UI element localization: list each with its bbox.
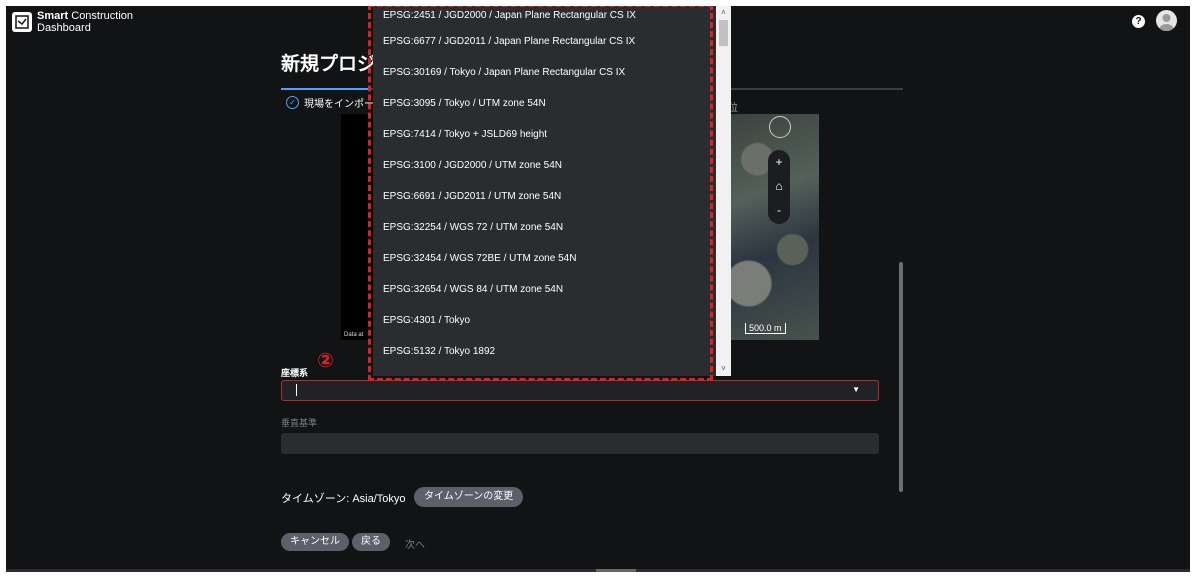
next-button[interactable]: 次へ: [405, 536, 425, 551]
brand-line2: Dashboard: [37, 22, 91, 34]
horizontal-scrollbar-thumb[interactable]: [596, 569, 636, 572]
dropdown-scrollbar-thumb[interactable]: [719, 20, 728, 46]
step-import-site-label: 現場をインポー: [304, 99, 374, 110]
back-button[interactable]: 戻る: [352, 533, 390, 551]
vertical-datum-label: 垂直基準: [281, 418, 318, 428]
crs-label: 座標系: [281, 368, 309, 378]
satellite-imagery: [731, 114, 819, 340]
brand-line1-bold: Smart: [37, 10, 69, 22]
scroll-up-icon[interactable]: ˄: [716, 6, 731, 20]
map-scale-bar: 500.0 m: [745, 323, 786, 334]
crs-combobox[interactable]: ▼: [281, 380, 879, 401]
zoom-out-button[interactable]: -: [768, 198, 790, 222]
app-window: Smart Construction Dashboard ? 新規プロジ ✓ 現…: [6, 6, 1190, 572]
page-title: 新規プロジ: [281, 54, 377, 75]
check-circle-icon: ✓: [286, 96, 299, 109]
scroll-down-icon[interactable]: ˅: [716, 362, 731, 376]
annotation-badge-2: ②: [317, 350, 334, 372]
cancel-button[interactable]: キャンセル: [281, 533, 349, 551]
map-zoom-control: + ⌂ -: [768, 150, 790, 224]
brand-line1-rest: Construction: [68, 10, 133, 22]
dropdown-scrollbar[interactable]: ˄ ˅: [716, 6, 731, 376]
timezone-label: タイムゾーン: Asia/Tokyo: [281, 493, 406, 505]
caret-down-icon[interactable]: ▼: [852, 385, 860, 394]
home-button[interactable]: ⌂: [768, 174, 790, 198]
map-attribution-link[interactable]: Data at: [344, 332, 363, 338]
annotation-highlight-box: [368, 6, 713, 381]
zoom-in-button[interactable]: +: [768, 150, 790, 174]
step-import-site[interactable]: ✓ 現場をインポー: [286, 95, 374, 110]
brand-logo-icon[interactable]: [12, 12, 32, 32]
help-icon[interactable]: ?: [1132, 15, 1145, 28]
vertical-datum-select[interactable]: [281, 433, 879, 454]
page-scrollbar[interactable]: [899, 262, 903, 492]
stepper-track-active: [281, 88, 371, 90]
change-timezone-button[interactable]: タイムゾーンの変更: [414, 487, 524, 507]
avatar-icon[interactable]: [1156, 10, 1177, 31]
brand-name[interactable]: Smart Construction Dashboard: [37, 10, 133, 34]
compass-icon[interactable]: [769, 116, 791, 138]
text-caret: [296, 384, 297, 396]
